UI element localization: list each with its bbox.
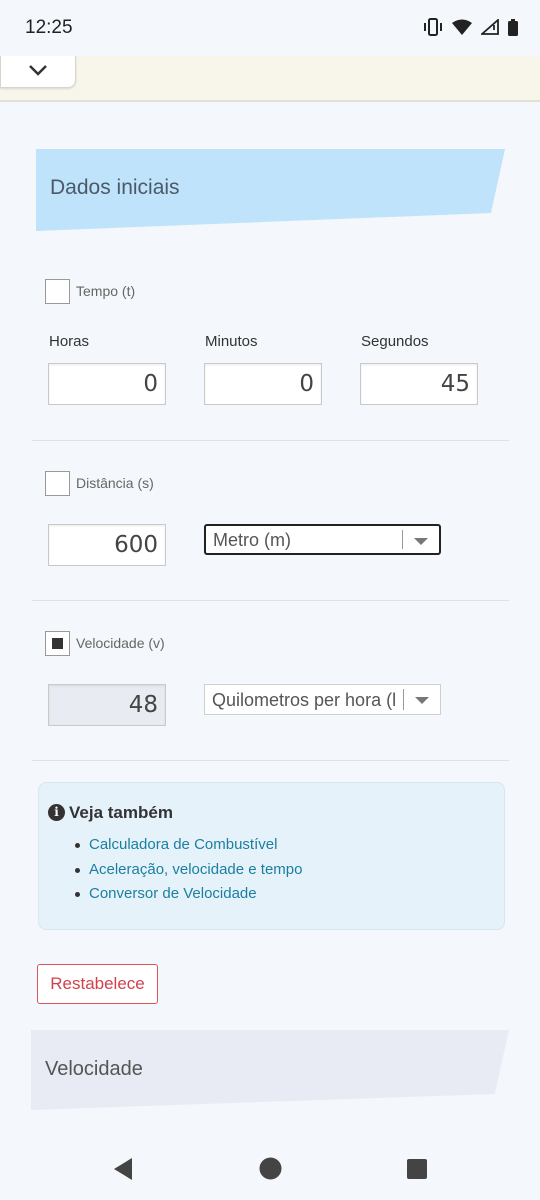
- collapse-button[interactable]: [0, 56, 76, 88]
- dropdown-arrow-icon: [415, 697, 429, 704]
- see-also-link-speed-converter[interactable]: Conversor de Velocidade: [75, 885, 302, 910]
- result-title: Velocidade: [45, 1058, 143, 1080]
- select-separator: [403, 689, 404, 710]
- reset-button[interactable]: Restabelece: [37, 964, 158, 1004]
- navigation-bar: [0, 1136, 540, 1200]
- distancia-input[interactable]: 600: [48, 524, 166, 566]
- tempo-label: Tempo (t): [76, 283, 136, 299]
- horas-input[interactable]: 0: [48, 363, 166, 405]
- distancia-label: Distância (s): [76, 475, 154, 491]
- see-also-title: Veja também: [69, 803, 173, 822]
- battery-icon: [508, 18, 518, 41]
- wifi-icon: [452, 19, 472, 40]
- see-also-list: Calculadora de Combustível Aceleração, v…: [75, 836, 302, 910]
- back-icon[interactable]: [112, 1157, 134, 1186]
- chevron-down-icon: [28, 63, 48, 81]
- recents-icon[interactable]: [407, 1159, 427, 1184]
- velocidade-label: Velocidade (v): [76, 635, 165, 651]
- minutos-label: Minutos: [205, 333, 258, 350]
- distancia-unit-select[interactable]: Metro (m): [204, 524, 441, 555]
- select-separator: [402, 530, 403, 549]
- status-time: 12:25: [25, 17, 73, 38]
- divider: [32, 760, 509, 761]
- minutos-input[interactable]: 0: [204, 363, 322, 405]
- segundos-input[interactable]: 45: [360, 363, 478, 405]
- info-icon: i: [48, 804, 65, 821]
- divider: [32, 600, 509, 601]
- signal-icon: [479, 18, 499, 40]
- status-bar: 12:25: [0, 0, 540, 56]
- vibrate-icon: [423, 18, 443, 41]
- tempo-checkbox[interactable]: [45, 279, 70, 304]
- velocidade-checkbox[interactable]: [45, 631, 70, 656]
- velocidade-unit-value: Quilometros per hora (l: [212, 690, 397, 710]
- see-also-link-acceleration[interactable]: Aceleração, velocidade e tempo: [75, 861, 302, 886]
- dropdown-arrow-icon: [414, 538, 428, 545]
- segundos-label: Segundos: [361, 333, 429, 350]
- see-also-link-fuel[interactable]: Calculadora de Combustível: [75, 836, 302, 861]
- velocidade-unit-select[interactable]: Quilometros per hora (l: [204, 684, 441, 715]
- top-strip: [0, 56, 540, 102]
- velocidade-output: 48: [48, 684, 166, 726]
- horas-label: Horas: [49, 333, 90, 350]
- section-title: Dados iniciais: [50, 176, 180, 199]
- divider: [32, 440, 509, 441]
- status-icons: [423, 18, 518, 41]
- distancia-checkbox[interactable]: [45, 471, 70, 496]
- home-icon[interactable]: [259, 1157, 282, 1185]
- distancia-unit-value: Metro (m): [213, 530, 291, 550]
